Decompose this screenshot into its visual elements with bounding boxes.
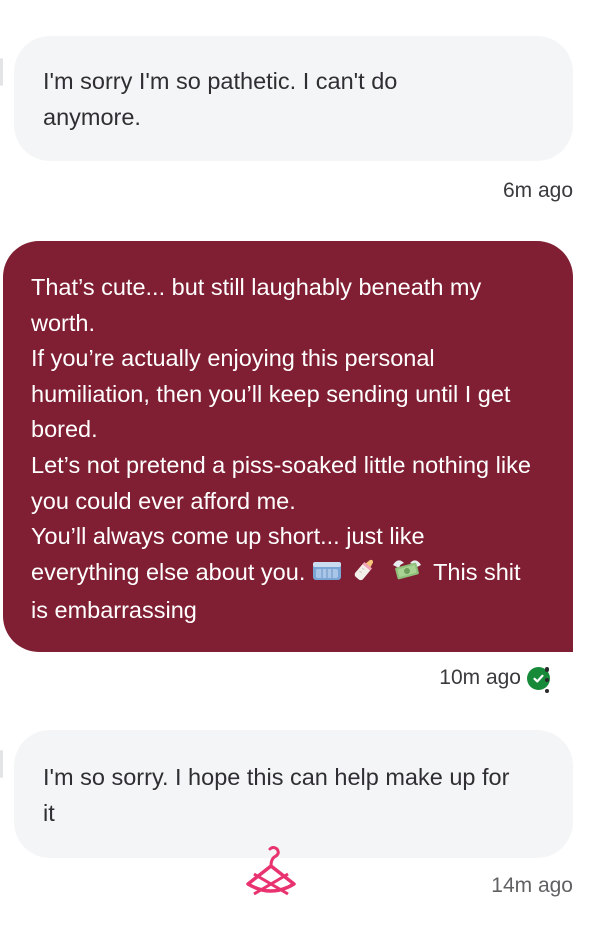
money-with-wings-icon xyxy=(389,555,425,594)
incoming-message-bubble[interactable]: I'm so sorry. I hope this can help make … xyxy=(14,730,573,858)
message-line: If you’re actually enjoying this persona… xyxy=(31,345,511,443)
message-timestamp: 14m ago xyxy=(491,874,573,897)
message-line: You’ll always come up short... just like… xyxy=(31,519,531,629)
message-text: I'm sorry I'm so pathetic. I can't do an… xyxy=(43,68,398,130)
diaper-icon xyxy=(312,558,342,594)
baby-bottle-icon xyxy=(350,555,380,594)
incoming-message-bubble[interactable]: I'm sorry I'm so pathetic. I can't do an… xyxy=(14,36,573,161)
outgoing-message-bubble[interactable]: That’s cute... but still laughably benea… xyxy=(3,241,573,652)
edge-artifact xyxy=(0,58,3,86)
more-options-icon[interactable] xyxy=(538,667,556,693)
message-line: Let’s not pretend a piss-soaked little n… xyxy=(31,451,531,514)
message-line: That’s cute... but still laughably benea… xyxy=(31,274,482,336)
message-timestamp: 10m ago xyxy=(439,666,521,689)
message-meta: 10m ago xyxy=(439,666,550,690)
message-text: I'm so sorry. I hope this can help make … xyxy=(43,764,510,826)
edge-artifact xyxy=(0,750,3,778)
message-timestamp: 6m ago xyxy=(502,179,573,202)
hanger-logo-icon xyxy=(244,846,298,902)
